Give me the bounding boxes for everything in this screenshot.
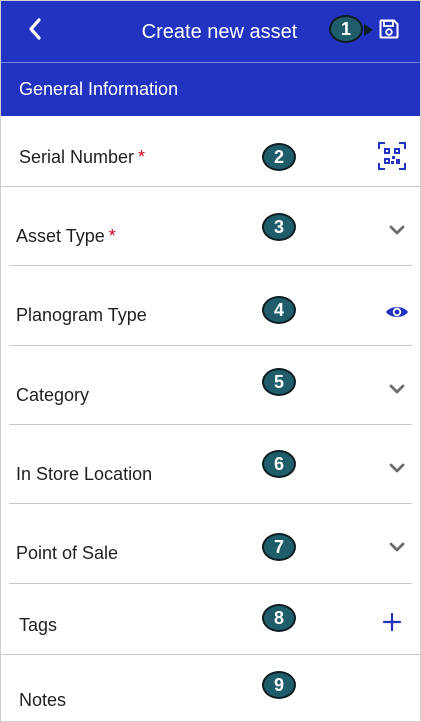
callout-pointer [364, 24, 373, 36]
field-label: Tags [19, 615, 58, 635]
callout-badge: 7 [262, 533, 296, 561]
add-tag-button[interactable] [380, 612, 404, 636]
in-store-location-dropdown-button[interactable] [386, 459, 408, 481]
callout-badge: 9 [262, 671, 296, 699]
field-point-of-sale[interactable]: Point of Sale [1, 504, 420, 584]
field-label: In Store Location [16, 464, 153, 484]
callout-badge: 2 [262, 143, 296, 171]
field-category[interactable]: Category [1, 346, 420, 425]
callout-badge: 5 [262, 368, 296, 396]
callout-badge: 6 [262, 450, 296, 478]
field-label: Asset Type * [16, 226, 116, 246]
chevron-down-icon [389, 382, 405, 400]
field-label: Notes [19, 690, 67, 710]
floppy-disk-icon [377, 17, 401, 46]
section-header-general-information: General Information [1, 63, 420, 116]
screen: Create new asset General Information Ser… [0, 0, 421, 722]
qr-scan-button[interactable] [376, 141, 408, 176]
field-label: Planogram Type [16, 305, 147, 325]
chevron-down-icon [389, 461, 405, 479]
point-of-sale-dropdown-button[interactable] [386, 538, 408, 560]
field-label: Serial Number * [19, 147, 146, 167]
eye-icon [385, 304, 409, 325]
callout-badge: 3 [262, 213, 296, 241]
callout-badge: 1 [329, 15, 363, 43]
chevron-down-icon [389, 540, 405, 558]
chevron-down-icon [389, 223, 405, 241]
field-asset-type[interactable]: Asset Type * [1, 187, 420, 266]
save-button[interactable] [374, 16, 404, 46]
field-label: Category [16, 385, 90, 405]
field-serial-number[interactable]: Serial Number * [1, 116, 420, 187]
field-notes[interactable]: Notes [1, 655, 420, 721]
qr-code-icon [377, 141, 407, 176]
planogram-view-button[interactable] [384, 303, 410, 325]
plus-icon [382, 612, 402, 637]
field-label: Point of Sale [16, 543, 119, 563]
asset-type-dropdown-button[interactable] [386, 221, 408, 243]
field-tags[interactable]: Tags [1, 584, 420, 655]
category-dropdown-button[interactable] [386, 380, 408, 402]
field-in-store-location[interactable]: In Store Location [1, 425, 420, 504]
callout-badge: 8 [262, 604, 296, 632]
field-planogram-type[interactable]: Planogram Type [1, 266, 420, 346]
callout-badge: 4 [262, 296, 296, 324]
